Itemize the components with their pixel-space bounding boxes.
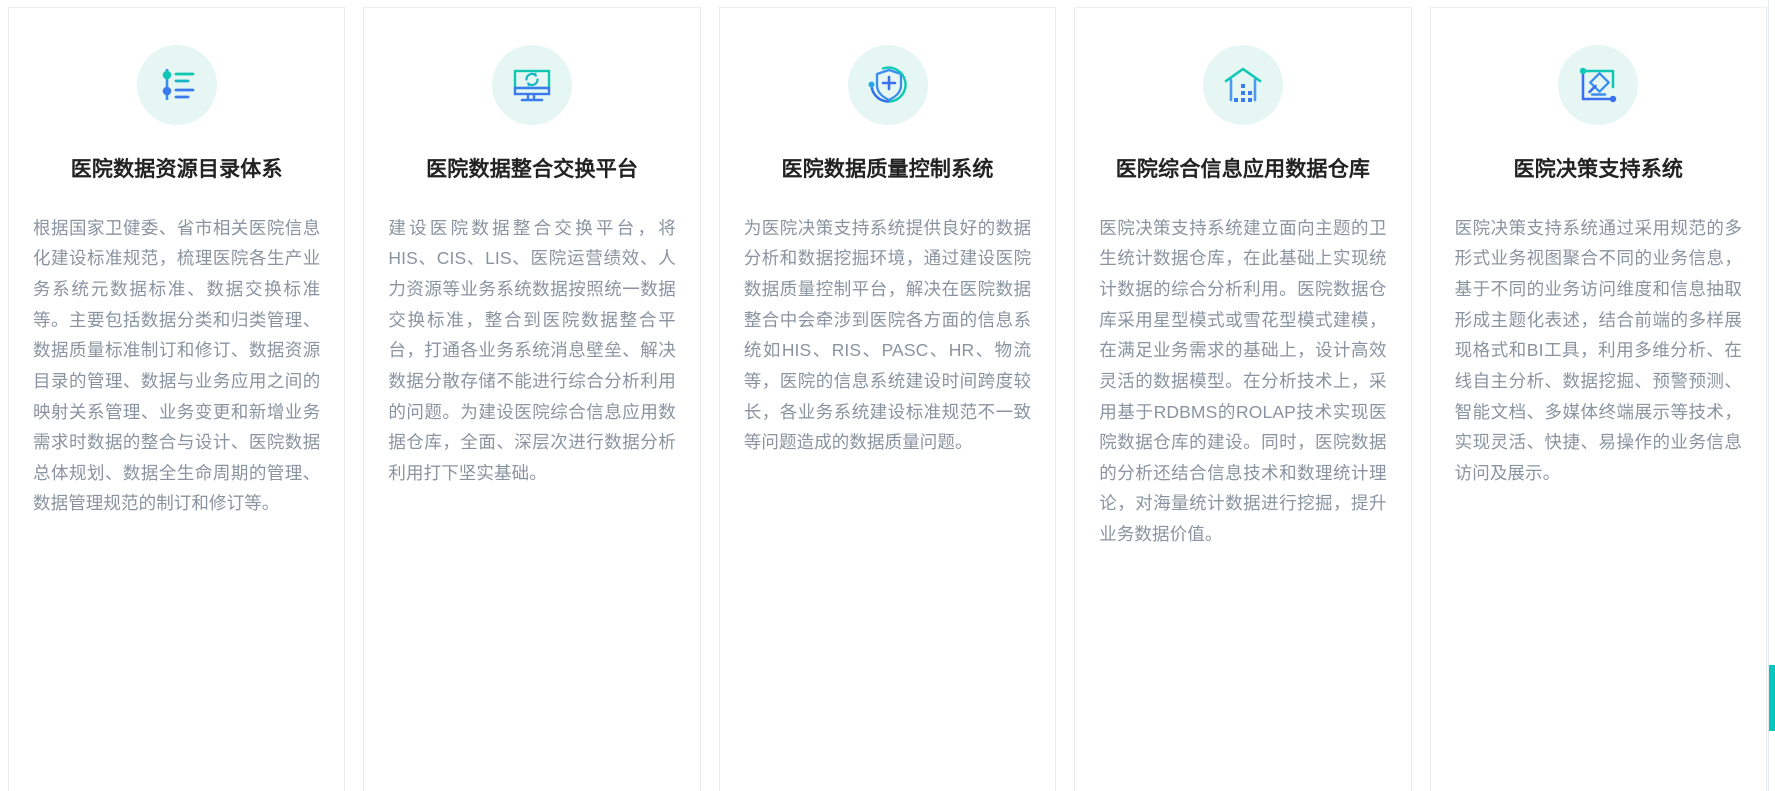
page-root: 医院数据资源目录体系 根据国家卫健委、省市相关医院信息化建设标准规范，梳理医院各… <box>0 0 1775 791</box>
feature-card-2[interactable]: 医院数据整合交换平台 建设医院数据整合交换平台，将HIS、CIS、LIS、医院运… <box>363 7 701 791</box>
card-body: 医院决策支持系统建立面向主题的卫生统计数据仓库，在此基础上实现统计数据的综合分析… <box>1099 217 1387 545</box>
warehouse-icon <box>1202 45 1283 125</box>
scrollbar-thumb[interactable] <box>1769 665 1775 731</box>
feature-card-3[interactable]: 医院数据质量控制系统 为医院决策支持系统提供良好的数据分析和数据挖掘环境，通过建… <box>718 7 1057 791</box>
monitor-sync-icon <box>492 45 573 125</box>
card-title: 医院数据资源目录体系 <box>70 158 283 181</box>
feature-card-1[interactable]: 医院数据资源目录体系 根据国家卫健委、省市相关医院信息化建设标准规范，梳理医院各… <box>8 7 346 791</box>
card-title: 医院数据整合交换平台 <box>426 158 639 181</box>
feature-card-5[interactable]: 医院决策支持系统 医院决策支持系统通过采用规范的多形式业务视图聚合不同的业务信息… <box>1429 7 1768 791</box>
card-title: 医院综合信息应用数据仓库 <box>1115 158 1371 181</box>
sliders-list-icon <box>136 45 217 125</box>
card-body: 建设医院数据整合交换平台，将HIS、CIS、LIS、医院运营绩效、人力资源等业务… <box>388 217 676 483</box>
shield-plus-icon <box>847 45 928 125</box>
card-title: 医院数据质量控制系统 <box>781 158 994 181</box>
feature-cards-row: 医院数据资源目录体系 根据国家卫健委、省市相关医院信息化建设标准规范，梳理医院各… <box>0 0 1775 791</box>
card-title: 医院决策支持系统 <box>1513 158 1684 181</box>
card-body: 医院决策支持系统通过采用规范的多形式业务视图聚合不同的业务信息，基于不同的业务访… <box>1454 217 1743 483</box>
frame-stamp-icon <box>1558 45 1639 125</box>
card-body: 根据国家卫健委、省市相关医院信息化建设标准规范，梳理医院各生产业务系统元数据标准… <box>33 217 321 514</box>
feature-card-4[interactable]: 医院综合信息应用数据仓库 医院决策支持系统建立面向主题的卫生统计数据仓库，在此基… <box>1074 7 1412 791</box>
card-body: 为医院决策支持系统提供良好的数据分析和数据挖掘环境，通过建设医院数据质量控制平台… <box>743 217 1032 453</box>
